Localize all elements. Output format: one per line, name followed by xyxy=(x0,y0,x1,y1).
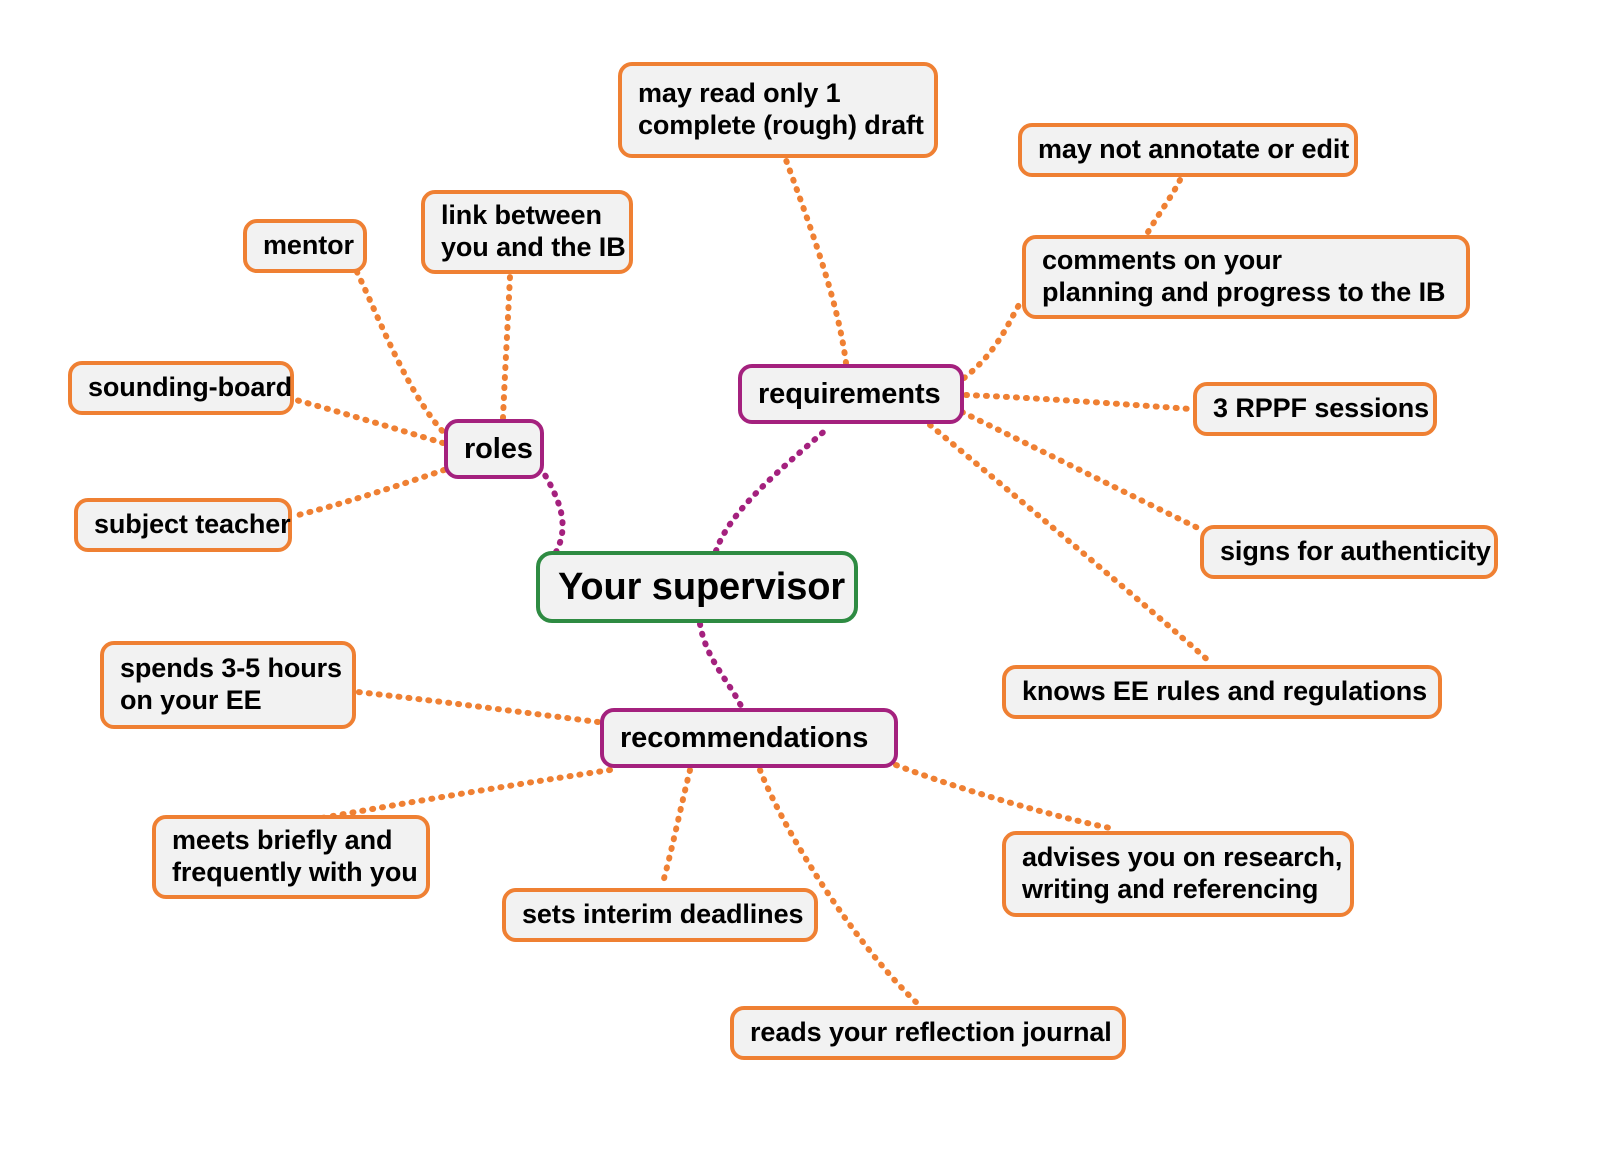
branch-node-recommendations[interactable]: recommendations xyxy=(600,708,898,768)
leaf-node-sets-interim-deadlines-label: sets interim deadlines xyxy=(522,899,804,930)
edge-center-to-recommendations xyxy=(697,621,745,711)
leaf-node-reads-your-reflection-journal[interactable]: reads your reflection journal xyxy=(730,1006,1126,1060)
center-node-your-supervisor-label: Your supervisor xyxy=(558,565,846,608)
edge-recommendations-to-spends-3-5-hours-on-your-ee xyxy=(355,689,601,725)
edge-recommendations-to-meets-briefly-and-frequently-with-you xyxy=(319,767,613,821)
edge-roles-to-link-between-you-and-the-ib xyxy=(500,273,513,421)
edge-requirements-to-signs-for-authenticity xyxy=(959,409,1201,531)
leaf-node-3-rppf-sessions-label: 3 RPPF sessions xyxy=(1213,393,1430,424)
leaf-node-comments-on-your-planning-and-progress-to-the-ib-label: comments on your planning and progress t… xyxy=(1042,245,1446,307)
edge-center-to-roles xyxy=(539,467,566,555)
leaf-node-comments-on-your-planning-and-progress-to-the-ib[interactable]: comments on your planning and progress t… xyxy=(1022,235,1470,319)
leaf-node-meets-briefly-and-frequently-with-you-label: meets briefly and frequently with you xyxy=(172,825,418,887)
leaf-node-signs-for-authenticity-label: signs for authenticity xyxy=(1220,536,1491,567)
leaf-node-sounding-board[interactable]: sounding-board xyxy=(68,361,294,415)
leaf-node-may-not-annotate-or-edit[interactable]: may not annotate or edit xyxy=(1018,123,1358,177)
leaf-node-3-rppf-sessions[interactable]: 3 RPPF sessions xyxy=(1193,382,1437,436)
leaf-node-link-between-you-and-the-ib-label: link between you and the IB xyxy=(441,200,626,262)
edge-center-to-requirements xyxy=(713,425,831,554)
leaf-node-may-not-annotate-or-edit-label: may not annotate or edit xyxy=(1038,134,1350,165)
leaf-node-spends-3-5-hours-on-your-ee-label: spends 3-5 hours on your EE xyxy=(120,653,342,715)
edge-recommendations-to-reads-your-reflection-journal xyxy=(757,767,921,1007)
leaf-node-signs-for-authenticity[interactable]: signs for authenticity xyxy=(1200,525,1498,579)
leaf-node-may-read-only-1-complete-rough-draft-label: may read only 1 complete (rough) draft xyxy=(638,78,924,140)
mindmap-canvas: Your supervisor roles mentor link between y… xyxy=(0,0,1598,1152)
edge-roles-to-mentor xyxy=(354,269,452,441)
edge-requirements-to-comments-on-your-planning-and-progress-to-the-ib xyxy=(961,297,1025,381)
edge-requirements-to-may-not-annotate-or-edit xyxy=(1145,177,1183,235)
edge-recommendations-to-advises-you-on-research-writing-and-referencing xyxy=(893,762,1113,831)
leaf-node-knows-ee-rules-and-regulations-label: knows EE rules and regulations xyxy=(1022,676,1428,707)
edge-roles-to-subject-teacher xyxy=(291,467,447,519)
leaf-node-may-read-only-1-complete-rough-draft[interactable]: may read only 1 complete (rough) draft xyxy=(618,62,938,158)
leaf-node-advises-you-on-research-writing-and-referencing[interactable]: advises you on research, writing and ref… xyxy=(1002,831,1354,917)
branch-node-requirements[interactable]: requirements xyxy=(738,364,964,424)
leaf-node-mentor-label: mentor xyxy=(263,230,354,261)
leaf-node-link-between-you-and-the-ib[interactable]: link between you and the IB xyxy=(421,190,633,274)
edge-requirements-to-3-rppf-sessions xyxy=(963,392,1194,412)
branch-node-roles[interactable]: roles xyxy=(444,419,544,479)
leaf-node-sets-interim-deadlines[interactable]: sets interim deadlines xyxy=(502,888,818,942)
branch-node-recommendations-label: recommendations xyxy=(620,721,869,754)
center-node-your-supervisor[interactable]: Your supervisor xyxy=(536,551,858,623)
edge-requirements-to-knows-ee-rules-and-regulations xyxy=(927,422,1213,665)
leaf-node-spends-3-5-hours-on-your-ee[interactable]: spends 3-5 hours on your EE xyxy=(100,641,356,729)
edge-recommendations-to-sets-interim-deadlines xyxy=(659,767,693,889)
edge-requirements-to-may-read-only-1-complete-rough-draft xyxy=(783,157,849,366)
leaf-node-advises-you-on-research-writing-and-referencing-label: advises you on research, writing and ref… xyxy=(1022,842,1343,904)
edge-roles-to-sounding-board xyxy=(293,397,446,446)
leaf-node-subject-teacher-label: subject teacher xyxy=(94,509,291,540)
leaf-node-meets-briefly-and-frequently-with-you[interactable]: meets briefly and frequently with you xyxy=(152,815,430,899)
branch-node-roles-label: roles xyxy=(464,432,533,465)
leaf-node-reads-your-reflection-journal-label: reads your reflection journal xyxy=(750,1017,1112,1048)
leaf-node-mentor[interactable]: mentor xyxy=(243,219,367,273)
leaf-node-sounding-board-label: sounding-board xyxy=(88,372,293,403)
leaf-node-knows-ee-rules-and-regulations[interactable]: knows EE rules and regulations xyxy=(1002,665,1442,719)
branch-node-requirements-label: requirements xyxy=(758,377,941,410)
leaf-node-subject-teacher[interactable]: subject teacher xyxy=(74,498,292,552)
